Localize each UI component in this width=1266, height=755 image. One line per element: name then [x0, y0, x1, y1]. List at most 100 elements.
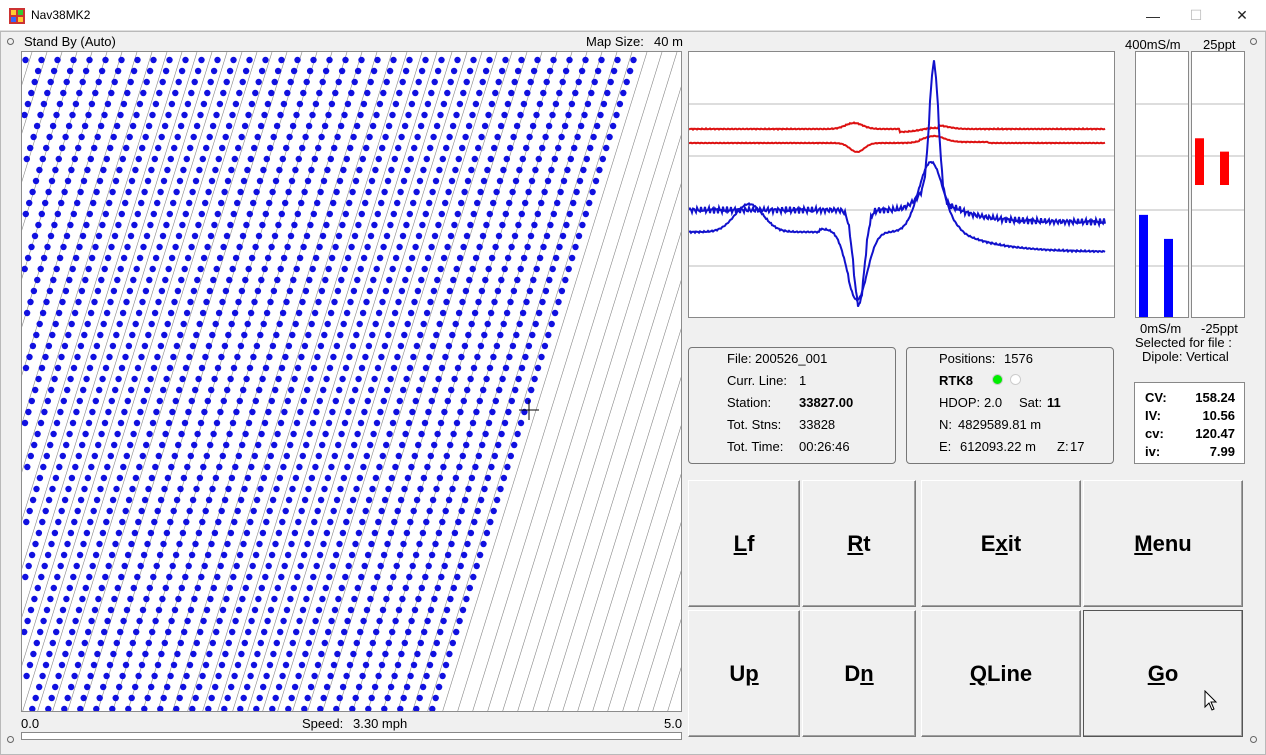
- survey-point: [124, 243, 131, 251]
- survey-point: [568, 254, 576, 262]
- survey-point: [159, 232, 167, 240]
- survey-point: [432, 177, 440, 185]
- survey-point: [212, 474, 220, 482]
- go-button[interactable]: Go: [1083, 610, 1243, 737]
- survey-point: [43, 298, 50, 306]
- right-button[interactable]: Rt: [802, 480, 916, 607]
- survey-point: [341, 419, 349, 427]
- survey-point: [203, 144, 210, 152]
- survey-point: [261, 265, 268, 273]
- survey-point: [85, 111, 92, 119]
- survey-point: [451, 529, 459, 537]
- survey-point: [324, 320, 331, 328]
- survey-point: [579, 221, 586, 229]
- survey-point: [71, 155, 78, 163]
- survey-point: [557, 188, 564, 196]
- survey-point: [497, 122, 505, 130]
- survey-point: [116, 320, 123, 328]
- survey-point: [365, 188, 372, 196]
- survey-point: [418, 276, 425, 284]
- go-button-label: o: [1164, 660, 1179, 686]
- survey-point: [238, 287, 246, 295]
- survey-point: [432, 386, 439, 394]
- survey-point: [583, 155, 590, 163]
- survey-map[interactable]: [21, 51, 682, 712]
- survey-point: [311, 155, 318, 163]
- survey-point: [49, 122, 57, 130]
- survey-point: [255, 595, 262, 603]
- survey-line: [22, 52, 123, 376]
- close-button[interactable]: ✕: [1219, 0, 1265, 31]
- survey-point: [437, 419, 445, 427]
- maximize-button[interactable]: ☐: [1173, 0, 1219, 31]
- survey-point: [92, 551, 100, 559]
- survey-point: [369, 639, 376, 647]
- survey-point: [304, 386, 311, 394]
- survey-point: [414, 650, 421, 658]
- survey-point: [241, 485, 248, 493]
- menu-button[interactable]: Menu: [1083, 480, 1243, 607]
- survey-point: [276, 474, 284, 482]
- survey-point: [198, 364, 206, 372]
- survey-point: [392, 463, 399, 471]
- survey-point: [42, 507, 49, 515]
- survey-point: [106, 661, 114, 669]
- survey-point: [385, 485, 392, 493]
- survey-point: [136, 463, 143, 471]
- survey-point: [308, 474, 316, 482]
- survey-point: [235, 606, 243, 614]
- survey-point: [454, 210, 461, 218]
- survey-point: [82, 584, 89, 592]
- survey-point: [235, 144, 242, 152]
- survey-point: [28, 243, 35, 251]
- survey-point: [182, 210, 189, 218]
- survey-point: [316, 397, 323, 405]
- survey-point: [391, 309, 399, 317]
- survey-point: [80, 386, 87, 394]
- survey-point: [210, 67, 218, 75]
- survey-point: [586, 199, 593, 207]
- survey-point: [441, 408, 448, 416]
- survey-point: [141, 188, 148, 196]
- up-button[interactable]: Up: [688, 610, 800, 737]
- minimize-button[interactable]: —: [1130, 0, 1176, 31]
- survey-point: [474, 507, 481, 515]
- survey-point: [284, 89, 291, 97]
- survey-point: [382, 287, 390, 295]
- qline-button[interactable]: Q Line: [921, 610, 1081, 737]
- survey-point: [406, 210, 413, 218]
- survey-point: [459, 144, 466, 152]
- survey-point: [65, 639, 72, 647]
- exit-button-label-end: it: [1007, 530, 1022, 556]
- survey-point: [245, 628, 252, 636]
- survey-point: [335, 232, 343, 240]
- survey-point: [232, 463, 239, 471]
- survey-point: [548, 320, 555, 328]
- survey-point: [168, 254, 176, 262]
- survey-point: [461, 342, 469, 350]
- survey-point: [241, 122, 249, 130]
- down-button[interactable]: Dn: [802, 610, 916, 737]
- survey-point: [484, 320, 491, 328]
- survey-point: [305, 485, 312, 493]
- survey-point: [337, 122, 345, 130]
- survey-point: [55, 518, 62, 526]
- survey-point: [177, 122, 185, 130]
- survey-point: [120, 463, 127, 471]
- survey-point: [475, 144, 482, 152]
- survey-point: [216, 100, 224, 108]
- survey-point: [59, 144, 66, 152]
- left-button[interactable]: Lf: [688, 480, 800, 607]
- survey-point: [319, 78, 326, 86]
- survey-point: [208, 694, 215, 702]
- survey-point: [196, 683, 203, 691]
- survey-point: [155, 144, 162, 152]
- survey-point: [144, 694, 151, 702]
- survey-point: [43, 452, 50, 460]
- survey-point: [344, 617, 351, 625]
- exit-button[interactable]: Ex it: [921, 480, 1081, 607]
- survey-point: [269, 496, 277, 504]
- survey-point: [380, 243, 387, 251]
- speed-value: 3.30 mph: [353, 716, 408, 731]
- survey-point: [180, 683, 187, 691]
